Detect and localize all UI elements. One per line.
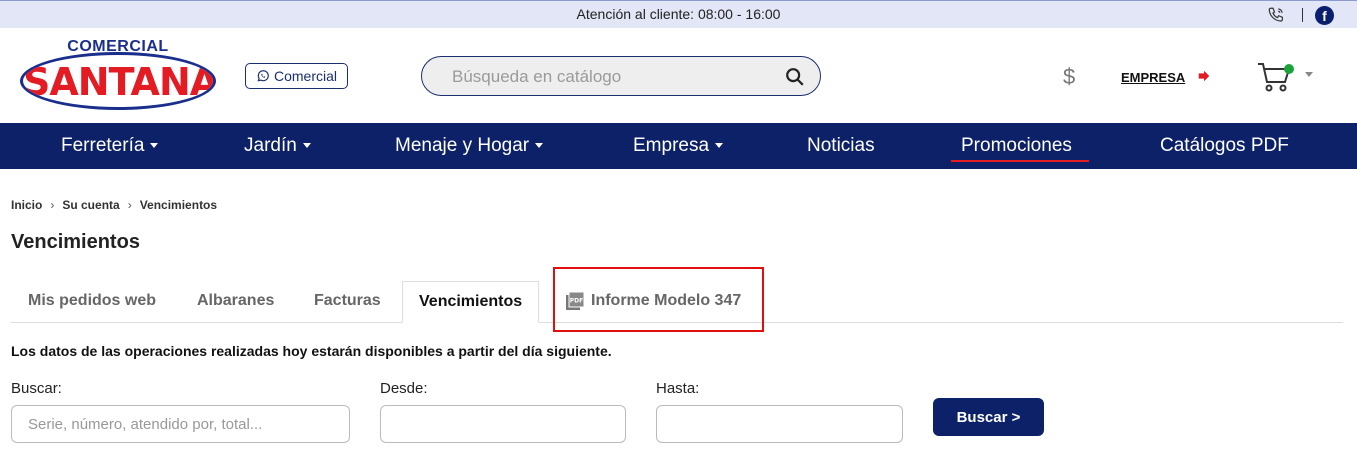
customer-service-hours: Atención al cliente: 08:00 - 16:00 xyxy=(576,6,781,22)
tab-facturas[interactable]: Facturas xyxy=(314,281,381,323)
breadcrumb-item-su-cuenta[interactable]: Su cuenta xyxy=(62,198,119,212)
from-date-field[interactable] xyxy=(380,405,626,443)
currency-icon[interactable]: $ xyxy=(1063,64,1075,90)
catalog-search xyxy=(421,56,821,96)
nav-active-indicator xyxy=(951,160,1089,162)
breadcrumb-item-current: Vencimientos xyxy=(139,198,218,212)
nav-item-label: Ferretería xyxy=(61,135,145,156)
nav-item-label: Noticias xyxy=(807,135,875,156)
main-navigation: Ferretería Jardín Menaje y Hogar Empresa… xyxy=(0,123,1357,169)
search-icon[interactable] xyxy=(784,66,806,88)
logo-oval: SANTANA xyxy=(20,52,216,110)
site-logo[interactable]: COMERCIAL SANTANA xyxy=(20,38,216,110)
catalog-search-input[interactable] xyxy=(452,65,772,89)
nav-item-ferreteria[interactable]: Ferretería xyxy=(61,123,159,169)
nav-item-label: Promociones xyxy=(961,135,1072,156)
chevron-right-icon: › xyxy=(127,198,132,212)
whatsapp-comercial-button[interactable]: Comercial xyxy=(245,63,348,89)
nav-item-empresa[interactable]: Empresa xyxy=(633,123,724,169)
data-availability-notice: Los datos de las operaciones realizadas … xyxy=(11,343,612,359)
cart-status-dot xyxy=(1284,64,1294,74)
phone-icon[interactable] xyxy=(1267,6,1285,24)
page-title: Vencimientos xyxy=(11,231,140,253)
tab-mis-pedidos-web[interactable]: Mis pedidos web xyxy=(28,281,156,323)
breadcrumb: Inicio › Su cuenta › Vencimientos xyxy=(11,198,217,212)
nav-item-promociones[interactable]: Promociones xyxy=(961,123,1072,169)
facebook-icon[interactable]: f xyxy=(1315,6,1334,25)
whatsapp-comercial-label: Comercial xyxy=(273,68,337,84)
top-info-bar: Atención al cliente: 08:00 - 16:00 f xyxy=(0,0,1357,28)
breadcrumb-item-inicio[interactable]: Inicio xyxy=(11,198,42,212)
nav-item-menaje-hogar[interactable]: Menaje y Hogar xyxy=(395,123,544,169)
search-submit-button[interactable]: Buscar > xyxy=(933,398,1044,436)
nav-item-jardin[interactable]: Jardín xyxy=(244,123,311,169)
to-date-label: Hasta: xyxy=(656,380,700,397)
chevron-down-icon xyxy=(715,143,724,149)
chevron-down-icon xyxy=(535,143,544,149)
nav-item-catalogos-pdf[interactable]: Catálogos PDF xyxy=(1160,123,1289,169)
chevron-down-icon xyxy=(150,143,159,149)
tab-vencimientos[interactable]: Vencimientos xyxy=(402,281,540,323)
nav-item-noticias[interactable]: Noticias xyxy=(807,123,875,169)
chevron-down-icon xyxy=(302,143,311,149)
tab-albaranes[interactable]: Albaranes xyxy=(197,281,274,323)
logout-icon[interactable] xyxy=(1197,69,1211,83)
topbar-divider xyxy=(1302,8,1303,22)
nav-item-label: Empresa xyxy=(633,135,710,156)
logo-text-main: SANTANA xyxy=(23,60,216,104)
from-date-label: Desde: xyxy=(380,380,428,397)
account-link[interactable]: EMPRESA xyxy=(1121,70,1185,85)
whatsapp-icon xyxy=(257,70,269,82)
nav-item-label: Jardín xyxy=(244,135,297,156)
search-input[interactable] xyxy=(11,405,350,443)
search-label: Buscar: xyxy=(11,380,62,397)
nav-item-label: Menaje y Hogar xyxy=(395,135,530,156)
nav-item-label: Catálogos PDF xyxy=(1160,135,1289,156)
highlight-box xyxy=(553,267,764,332)
to-date-field[interactable] xyxy=(656,405,903,443)
chevron-right-icon: › xyxy=(50,198,55,212)
chevron-down-icon[interactable] xyxy=(1305,72,1313,77)
